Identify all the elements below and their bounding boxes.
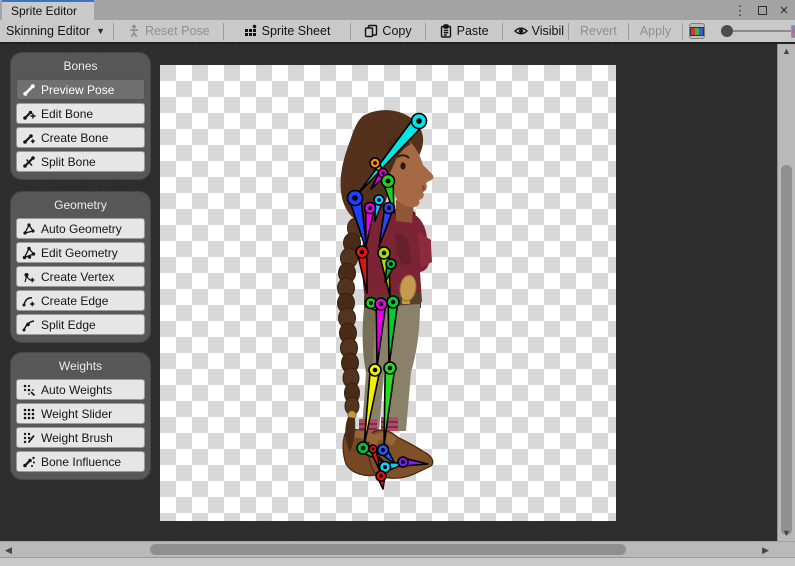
- auto-weights-button[interactable]: Auto Weights: [16, 379, 145, 400]
- panel-title: Weights: [16, 356, 145, 376]
- horizontal-scrollbar[interactable]: ◀ ▶: [0, 541, 795, 557]
- create-vertex-button[interactable]: Create Vertex: [16, 266, 145, 287]
- tab-sprite-editor[interactable]: Sprite Editor: [2, 0, 94, 20]
- button-label: Create Bone: [41, 131, 108, 145]
- sprite-viewport[interactable]: [160, 65, 616, 521]
- copy-label: Copy: [382, 24, 411, 38]
- edge-split-icon: [22, 318, 36, 332]
- bone-influence-button[interactable]: Bone Influence: [16, 451, 145, 472]
- sprite-sheet-icon: [244, 24, 258, 38]
- edit-bone-button[interactable]: Edit Bone: [16, 103, 145, 124]
- maximize-icon[interactable]: [755, 2, 769, 18]
- button-label: Auto Geometry: [41, 222, 122, 236]
- auto-geometry-button[interactable]: Auto Geometry: [16, 218, 145, 239]
- vertical-scrollbar[interactable]: ▲ ▼: [777, 44, 795, 541]
- weight-brush-icon: [22, 431, 36, 445]
- scroll-down-arrow[interactable]: ▼: [782, 529, 791, 538]
- bone-edit-icon: [22, 107, 36, 121]
- bone-pose-icon: [22, 83, 36, 97]
- edit-geometry-button[interactable]: Edit Geometry: [16, 242, 145, 263]
- vertex-create-icon: [22, 270, 36, 284]
- bone-influence-icon: [22, 455, 36, 469]
- weight-slider-icon: [22, 407, 36, 421]
- button-label: Preview Pose: [41, 83, 114, 97]
- reset-pose-label: Reset Pose: [145, 24, 210, 38]
- panel-geometry: Geometry Auto Geometry Edit Geometry Cre…: [10, 191, 151, 343]
- visibility-label: Visibil: [532, 24, 564, 38]
- rgb-stripes-icon: [690, 27, 704, 36]
- close-icon[interactable]: ×: [777, 2, 791, 18]
- button-label: Split Edge: [41, 318, 96, 332]
- mode-dropdown-value: Skinning Editor: [6, 24, 90, 38]
- chevron-down-icon: ▼: [96, 26, 105, 36]
- panel-title: Bones: [16, 56, 145, 76]
- reset-pose-icon: [127, 24, 141, 38]
- button-label: Create Vertex: [41, 270, 114, 284]
- button-label: Auto Weights: [41, 383, 112, 397]
- tab-title: Sprite Editor: [11, 4, 77, 18]
- panel-weights: Weights Auto Weights Weight Slider: [10, 352, 151, 480]
- paste-icon: [439, 24, 453, 38]
- button-label: Edit Bone: [41, 107, 93, 121]
- copy-button[interactable]: Copy: [351, 20, 424, 42]
- sprite-opacity-slider[interactable]: [721, 20, 795, 42]
- window-controls: ⋮ ×: [733, 0, 791, 20]
- toolbar: Skinning Editor ▼ Reset Pose Sprite Shee…: [0, 20, 795, 44]
- create-bone-button[interactable]: Create Bone: [16, 127, 145, 148]
- bottom-strip: [0, 557, 795, 566]
- color-mode-button[interactable]: [689, 23, 705, 39]
- paste-label: Paste: [457, 24, 489, 38]
- split-bone-button[interactable]: Split Bone: [16, 151, 145, 172]
- geometry-edit-icon: [22, 246, 36, 260]
- geometry-auto-icon: [22, 222, 36, 236]
- button-label: Bone Influence: [41, 455, 121, 469]
- button-label: Edit Geometry: [41, 246, 118, 260]
- apply-button[interactable]: Apply: [629, 20, 682, 42]
- weight-brush-button[interactable]: Weight Brush: [16, 427, 145, 448]
- reset-pose-button[interactable]: Reset Pose: [114, 20, 223, 42]
- create-edge-button[interactable]: Create Edge: [16, 290, 145, 311]
- preview-pose-button[interactable]: Preview Pose: [16, 79, 145, 100]
- button-label: Weight Slider: [41, 407, 112, 421]
- sprite-sheet-label: Sprite Sheet: [262, 24, 331, 38]
- mode-dropdown[interactable]: Skinning Editor ▼: [0, 20, 113, 42]
- button-label: Split Bone: [41, 155, 96, 169]
- kebab-menu-icon[interactable]: ⋮: [733, 2, 747, 18]
- scroll-up-arrow[interactable]: ▲: [782, 47, 791, 56]
- button-label: Weight Brush: [41, 431, 113, 445]
- panel-bones: Bones Preview Pose Edit Bone Create Bone: [10, 52, 151, 180]
- scroll-right-arrow[interactable]: ▶: [762, 546, 769, 555]
- sprite-editor-window: Sprite Editor ⋮ × Skinning Editor ▼ Rese…: [0, 0, 795, 566]
- scroll-left-arrow[interactable]: ◀: [5, 546, 12, 555]
- weight-slider-button[interactable]: Weight Slider: [16, 403, 145, 424]
- revert-label: Revert: [580, 24, 617, 38]
- apply-label: Apply: [640, 24, 671, 38]
- sprite-sheet-button[interactable]: Sprite Sheet: [224, 20, 351, 42]
- weights-auto-icon: [22, 383, 36, 397]
- bone-split-icon: [22, 155, 36, 169]
- checker-swatch-icon: [791, 25, 795, 38]
- button-label: Create Edge: [41, 294, 108, 308]
- eye-icon: [514, 24, 528, 38]
- horizontal-scroll-thumb[interactable]: [150, 544, 626, 555]
- slider-knob[interactable]: [721, 25, 733, 37]
- bone-create-icon: [22, 131, 36, 145]
- visibility-button[interactable]: Visibil: [503, 20, 568, 42]
- panel-title: Geometry: [16, 195, 145, 215]
- tab-bar: Sprite Editor ⋮ ×: [0, 0, 795, 20]
- split-edge-button[interactable]: Split Edge: [16, 314, 145, 335]
- copy-icon: [364, 24, 378, 38]
- vertical-scroll-thumb[interactable]: [781, 165, 792, 535]
- revert-button[interactable]: Revert: [569, 20, 628, 42]
- paste-button[interactable]: Paste: [426, 20, 502, 42]
- edge-create-icon: [22, 294, 36, 308]
